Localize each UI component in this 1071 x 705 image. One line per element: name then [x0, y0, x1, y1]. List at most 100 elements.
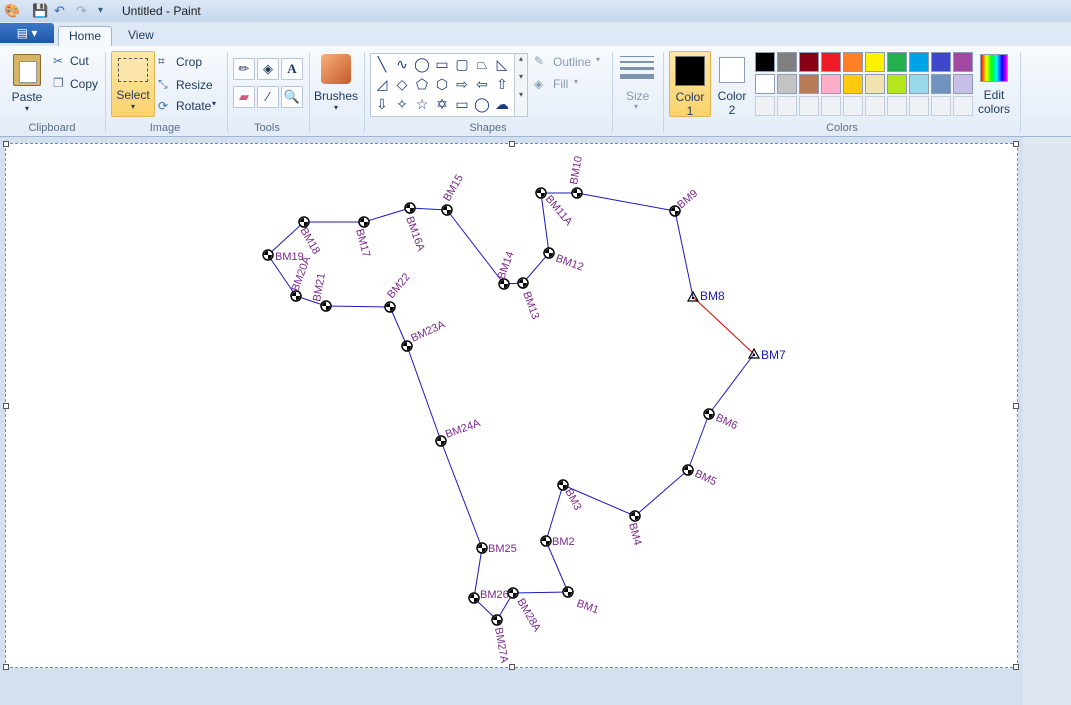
custom-color-slot[interactable] — [777, 96, 797, 116]
color2-button[interactable]: Color 2 — [714, 51, 750, 117]
color-swatch[interactable] — [821, 52, 841, 72]
color-swatch[interactable] — [821, 74, 841, 94]
brushes-button[interactable]: Brushes ▾ — [314, 54, 358, 112]
resize-handle[interactable] — [1013, 403, 1019, 409]
color-swatch[interactable] — [887, 52, 907, 72]
paint-app-icon[interactable]: 🎨 — [4, 3, 20, 19]
color-swatch[interactable] — [843, 52, 863, 72]
down-arrow-shape-icon[interactable]: ⇩ — [373, 95, 391, 113]
resize-handle[interactable] — [1013, 141, 1019, 147]
rounded-rectangle-shape-icon[interactable]: ▢ — [453, 55, 471, 73]
resize-handle[interactable] — [3, 403, 9, 409]
clipboard-icon — [13, 54, 41, 86]
color-swatch[interactable] — [799, 74, 819, 94]
color-swatch[interactable] — [777, 74, 797, 94]
diamond-shape-icon[interactable]: ◇ — [393, 75, 411, 93]
oval-callout-shape-icon[interactable]: ◯ — [473, 95, 491, 113]
outline-button[interactable]: Outline — [553, 55, 591, 69]
color-swatch[interactable] — [909, 52, 929, 72]
drawing-canvas[interactable]: BM1 BM2 BM3 BM4 BM5 BM6 BM7 BM8 BM9 BM10 BM11A BM12… — [5, 143, 1018, 668]
color1-button[interactable]: Color 1 — [669, 51, 711, 118]
color-picker-icon[interactable]: ⁄ — [257, 86, 279, 108]
color-swatch[interactable] — [953, 52, 973, 72]
undo-icon[interactable]: ↶ — [54, 3, 65, 19]
copy-button[interactable]: Copy — [70, 77, 98, 91]
color-swatch[interactable] — [887, 74, 907, 94]
edit-colors-button[interactable]: Edit colors — [978, 54, 1010, 116]
resize-handle[interactable] — [509, 664, 515, 670]
five-point-star-shape-icon[interactable]: ☆ — [413, 95, 431, 113]
color-swatch[interactable] — [799, 52, 819, 72]
customize-toolbar-icon[interactable]: ▾ — [98, 3, 103, 19]
resize-button[interactable]: Resize — [176, 78, 213, 92]
up-arrow-shape-icon[interactable]: ⇧ — [493, 75, 511, 93]
curve-shape-icon[interactable]: ∿ — [393, 55, 411, 73]
clipboard-group-label: Clipboard — [28, 122, 76, 134]
right-arrow-shape-icon[interactable]: ⇨ — [453, 75, 471, 93]
fill-bucket-icon[interactable]: ◈ — [257, 58, 279, 80]
custom-color-slot[interactable] — [909, 96, 929, 116]
hexagon-shape-icon[interactable]: ⬡ — [433, 75, 451, 93]
select-button[interactable]: Select ▾ — [111, 51, 155, 117]
paste-button[interactable]: Paste ▾ — [8, 54, 46, 113]
custom-color-slot[interactable] — [821, 96, 841, 116]
color-swatch[interactable] — [755, 52, 775, 72]
color-swatch[interactable] — [755, 74, 775, 94]
color-swatch[interactable] — [865, 74, 885, 94]
color-swatch[interactable] — [777, 52, 797, 72]
color-swatch[interactable] — [953, 74, 973, 94]
custom-color-slot[interactable] — [843, 96, 863, 116]
eraser-icon[interactable]: ▰ — [233, 86, 255, 108]
polygon-shape-icon[interactable]: ⏢ — [473, 55, 491, 73]
chevron-down-icon: ▾ — [212, 99, 217, 108]
tab-home[interactable]: Home — [58, 26, 113, 47]
rect-callout-shape-icon[interactable]: ▭ — [453, 95, 471, 113]
text-tool-icon[interactable]: A — [281, 58, 303, 80]
custom-color-slot[interactable] — [953, 96, 973, 116]
copy-icon: ❐ — [53, 76, 64, 90]
color-swatch[interactable] — [843, 74, 863, 94]
paste-label: Paste — [11, 90, 43, 104]
benchmark-label: BM4 — [626, 522, 643, 547]
benchmark-label: BM11A — [543, 193, 575, 228]
save-icon[interactable]: 💾 — [32, 3, 48, 19]
fill-button[interactable]: Fill — [553, 77, 568, 91]
chevron-down-icon: ▾ — [596, 55, 601, 64]
benchmark-label: BM16A — [403, 215, 427, 254]
custom-color-slot[interactable] — [865, 96, 885, 116]
resize-handle[interactable] — [509, 141, 515, 147]
size-lines-icon[interactable] — [620, 56, 654, 79]
redo-icon[interactable]: ↷ — [76, 3, 87, 19]
crop-button[interactable]: Crop — [176, 55, 202, 69]
color-swatch[interactable] — [931, 74, 951, 94]
color-swatch[interactable] — [909, 74, 929, 94]
cloud-callout-shape-icon[interactable]: ☁ — [493, 95, 511, 113]
line-shape-icon[interactable]: ╲ — [373, 55, 391, 73]
resize-handle[interactable] — [1013, 664, 1019, 670]
oval-shape-icon[interactable]: ◯ — [413, 55, 431, 73]
left-arrow-shape-icon[interactable]: ⇦ — [473, 75, 491, 93]
tab-view[interactable]: View — [118, 26, 164, 46]
file-menu-button[interactable]: ▤ ▾ — [0, 23, 54, 43]
custom-color-slot[interactable] — [931, 96, 951, 116]
six-point-star-shape-icon[interactable]: ✡ — [433, 95, 451, 113]
rotate-button[interactable]: Rotate — [176, 99, 211, 113]
magnifier-icon[interactable]: 🔍 — [281, 86, 303, 108]
custom-color-slot[interactable] — [887, 96, 907, 116]
color-swatch[interactable] — [865, 52, 885, 72]
divider — [105, 52, 106, 132]
shapes-scroll[interactable]: ▴ ▾ ▾ — [514, 54, 527, 116]
color-swatch[interactable] — [931, 52, 951, 72]
vertical-scrollbar[interactable] — [1023, 137, 1071, 705]
resize-handle[interactable] — [3, 141, 9, 147]
cut-button[interactable]: Cut — [70, 54, 89, 68]
triangle-shape-icon[interactable]: ◺ — [493, 55, 511, 73]
pencil-icon[interactable]: ✏ — [233, 58, 255, 80]
pentagon-shape-icon[interactable]: ⬠ — [413, 75, 431, 93]
custom-color-slot[interactable] — [799, 96, 819, 116]
four-point-star-shape-icon[interactable]: ✧ — [393, 95, 411, 113]
right-triangle-shape-icon[interactable]: ◿ — [373, 75, 391, 93]
rectangle-shape-icon[interactable]: ▭ — [433, 55, 451, 73]
custom-color-slot[interactable] — [755, 96, 775, 116]
resize-handle[interactable] — [3, 664, 9, 670]
